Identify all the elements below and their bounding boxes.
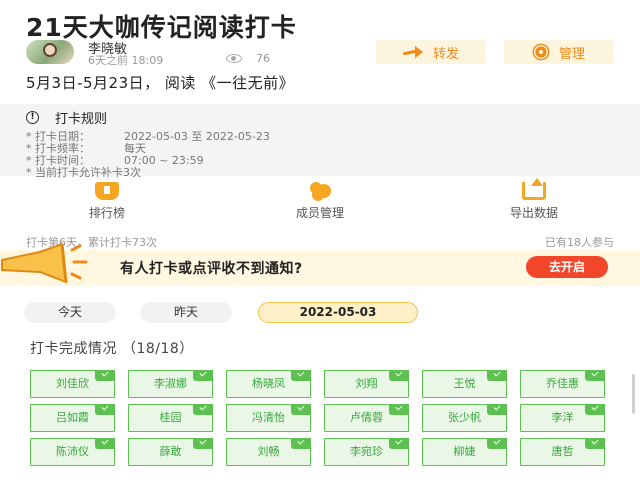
member-cell[interactable]: 刘畅 <box>226 438 311 466</box>
view-count-value: 76 <box>256 52 270 65</box>
view-count: 76 <box>226 52 270 65</box>
check-icon <box>193 438 213 449</box>
member-management-button[interactable]: 成员管理 <box>265 182 375 221</box>
member-cell[interactable]: 柳婕 <box>422 438 507 466</box>
info-icon: ! <box>26 111 39 124</box>
member-cell[interactable]: 陈沛仪 <box>30 438 115 466</box>
date-tabs: 今天 昨天 2022-05-03 <box>0 302 640 324</box>
member-cell[interactable]: 冯清怡 <box>226 404 311 432</box>
export-icon <box>522 178 546 200</box>
manage-button[interactable]: 管理 <box>504 40 614 64</box>
member-cell[interactable]: 吕如霞 <box>30 404 115 432</box>
feature-row: 排行榜 成员管理 导出数据 <box>0 178 640 228</box>
rules-heading: ! 打卡规则 <box>26 108 107 127</box>
member-cell[interactable]: 李洋 <box>520 404 605 432</box>
check-icon <box>291 370 311 381</box>
check-icon <box>389 370 409 381</box>
share-icon <box>403 46 423 58</box>
rules-panel: ! 打卡规则 * 打卡日期： 2022-05-03 至 2022-05-23 * … <box>0 104 640 179</box>
check-icon <box>487 404 507 415</box>
check-icon <box>193 404 213 415</box>
export-data-button[interactable]: 导出数据 <box>479 178 589 221</box>
notification-text: 有人打卡或点评收不到通知? <box>120 261 303 277</box>
check-icon <box>585 404 605 415</box>
member-cell[interactable]: 薛敢 <box>128 438 213 466</box>
check-icon <box>95 370 115 381</box>
check-icon <box>389 404 409 415</box>
rules-heading-label: 打卡规则 <box>55 112 108 127</box>
tab-today[interactable]: 今天 <box>24 302 116 323</box>
check-icon <box>585 438 605 449</box>
member-cell[interactable]: 刘佳欣 <box>30 370 115 398</box>
post-time: 6天之前 18:09 <box>88 54 164 67</box>
tab-yesterday[interactable]: 昨天 <box>140 302 232 323</box>
participant-count: 已有18人参与 <box>545 236 614 249</box>
share-label: 转发 <box>432 46 459 62</box>
scrollbar[interactable] <box>632 374 635 414</box>
tab-date-selected[interactable]: 2022-05-03 <box>258 302 418 323</box>
check-icon <box>487 370 507 381</box>
members-icon <box>308 182 332 200</box>
leaderboard-button[interactable]: 排行榜 <box>52 182 162 221</box>
eye-icon <box>226 54 242 63</box>
author-row: 李晓敏 6天之前 18:09 76 转发 管理 <box>26 40 626 68</box>
member-cell[interactable]: 乔佳惠 <box>520 370 605 398</box>
member-cell[interactable]: 卢倩蓉 <box>324 404 409 432</box>
completion-title: 打卡完成情况 （18/18） <box>30 341 194 357</box>
check-icon <box>487 438 507 449</box>
check-icon <box>95 404 115 415</box>
member-cell[interactable]: 王悦 <box>422 370 507 398</box>
check-icon <box>95 438 115 449</box>
share-button[interactable]: 转发 <box>376 40 486 64</box>
member-cell[interactable]: 唐哲 <box>520 438 605 466</box>
trophy-icon <box>95 182 119 200</box>
page-title: 21天大咖传记阅读打卡 <box>26 13 297 42</box>
check-icon <box>389 438 409 449</box>
check-icon <box>193 370 213 381</box>
member-cell[interactable]: 李宛珍 <box>324 438 409 466</box>
check-icon <box>291 438 311 449</box>
megaphone-icon <box>1 242 88 284</box>
avatar[interactable] <box>26 40 74 64</box>
check-icon <box>291 404 311 415</box>
member-cell[interactable]: 杨晓凤 <box>226 370 311 398</box>
check-icon <box>585 370 605 381</box>
member-cell[interactable]: 刘翔 <box>324 370 409 398</box>
notification-banner: 有人打卡或点评收不到通知? 去开启 <box>0 242 640 286</box>
enable-notification-button[interactable]: 去开启 <box>526 256 608 278</box>
member-cell[interactable]: 李淑娜 <box>128 370 213 398</box>
rule-makeup: * 当前打卡允许补卡3次 <box>26 166 141 179</box>
reading-plan: 5月3日-5月23日， 阅读 《一往无前》 <box>26 74 295 92</box>
gear-icon <box>535 46 547 58</box>
manage-label: 管理 <box>558 46 585 62</box>
member-cell[interactable]: 张少帆 <box>422 404 507 432</box>
member-cell[interactable]: 桂园 <box>128 404 213 432</box>
